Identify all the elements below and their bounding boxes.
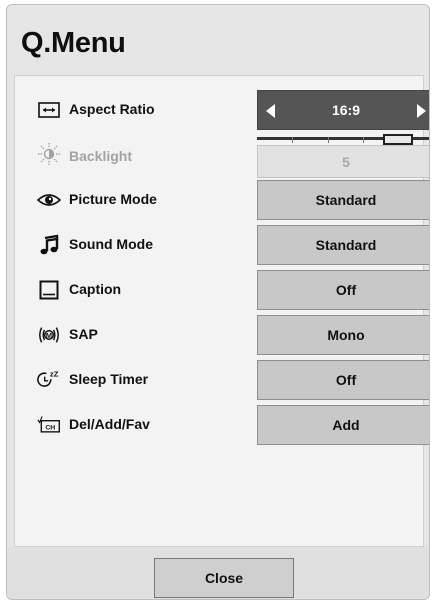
caption-icon — [37, 278, 61, 302]
sap-label: SAP — [69, 326, 98, 342]
q-menu-panel: Q.Menu Aspect Ratio 16:9 Backlight 5 Pic… — [6, 4, 430, 600]
sap-value-text: Mono — [327, 327, 365, 343]
left-arrow-icon[interactable] — [266, 104, 275, 118]
aspect-ratio-icon — [37, 98, 61, 122]
sound-mode-value-text: Standard — [315, 237, 377, 253]
row-sleep-timer[interactable]: zZ Sleep Timer Off — [15, 360, 429, 400]
row-backlight[interactable]: Backlight 5 — [15, 134, 429, 180]
close-button[interactable]: Close — [154, 558, 294, 598]
slider-tick — [292, 137, 293, 143]
row-picture-mode[interactable]: Picture Mode Standard — [15, 180, 429, 220]
backlight-value-text: 5 — [342, 153, 350, 170]
row-aspect-ratio[interactable]: Aspect Ratio 16:9 — [15, 90, 429, 130]
row-sound-mode[interactable]: Sound Mode Standard — [15, 225, 429, 265]
aspect-ratio-value-text: 16:9 — [331, 102, 361, 118]
caption-label: Caption — [69, 281, 122, 297]
sound-mode-label: Sound Mode — [69, 236, 153, 252]
aspect-ratio-value[interactable]: 16:9 — [257, 90, 429, 130]
picture-mode-value-text: Standard — [315, 192, 377, 208]
aspect-ratio-label: Aspect Ratio — [69, 101, 155, 117]
sleep-timer-value-text: Off — [335, 372, 357, 388]
caption-value[interactable]: Off — [257, 270, 429, 310]
row-sap[interactable]: M SAP Mono — [15, 315, 429, 355]
sap-icon-letter: M — [46, 331, 52, 340]
slider-knob[interactable] — [383, 134, 413, 145]
menu-title: Q.Menu — [21, 27, 126, 59]
caption-value-text: Off — [335, 282, 357, 298]
row-caption[interactable]: Caption Off — [15, 270, 429, 310]
music-note-icon — [37, 233, 61, 257]
backlight-icon — [37, 142, 61, 166]
close-button-label: Close — [204, 570, 244, 586]
sap-icon: M — [37, 323, 61, 347]
del-add-fav-value-text: Add — [332, 417, 360, 433]
sleep-timer-icon: zZ — [37, 368, 61, 392]
del-add-fav-value[interactable]: Add — [257, 405, 429, 445]
slider-tick — [363, 137, 364, 143]
title-bar: Q.Menu — [7, 5, 429, 75]
sleep-timer-label: Sleep Timer — [69, 371, 149, 387]
del-add-fav-label: Del/Add/Fav — [69, 416, 150, 432]
eye-icon — [37, 188, 61, 212]
menu-content: Aspect Ratio 16:9 Backlight 5 Picture Mo… — [14, 75, 429, 547]
channel-icon-text: CH — [45, 424, 55, 431]
backlight-value: 5 — [257, 145, 429, 178]
row-del-add-fav[interactable]: CH Del/Add/Fav Add — [15, 405, 429, 445]
sleep-zz-text: zZ — [50, 370, 59, 379]
backlight-slider[interactable] — [257, 134, 429, 145]
sound-mode-value[interactable]: Standard — [257, 225, 429, 265]
picture-mode-label: Picture Mode — [69, 191, 157, 207]
picture-mode-value[interactable]: Standard — [257, 180, 429, 220]
sap-value[interactable]: Mono — [257, 315, 429, 355]
right-arrow-icon[interactable] — [417, 104, 426, 118]
sleep-timer-value[interactable]: Off — [257, 360, 429, 400]
backlight-label: Backlight — [69, 148, 133, 164]
slider-tick — [328, 137, 329, 143]
channel-icon: CH — [37, 413, 61, 437]
